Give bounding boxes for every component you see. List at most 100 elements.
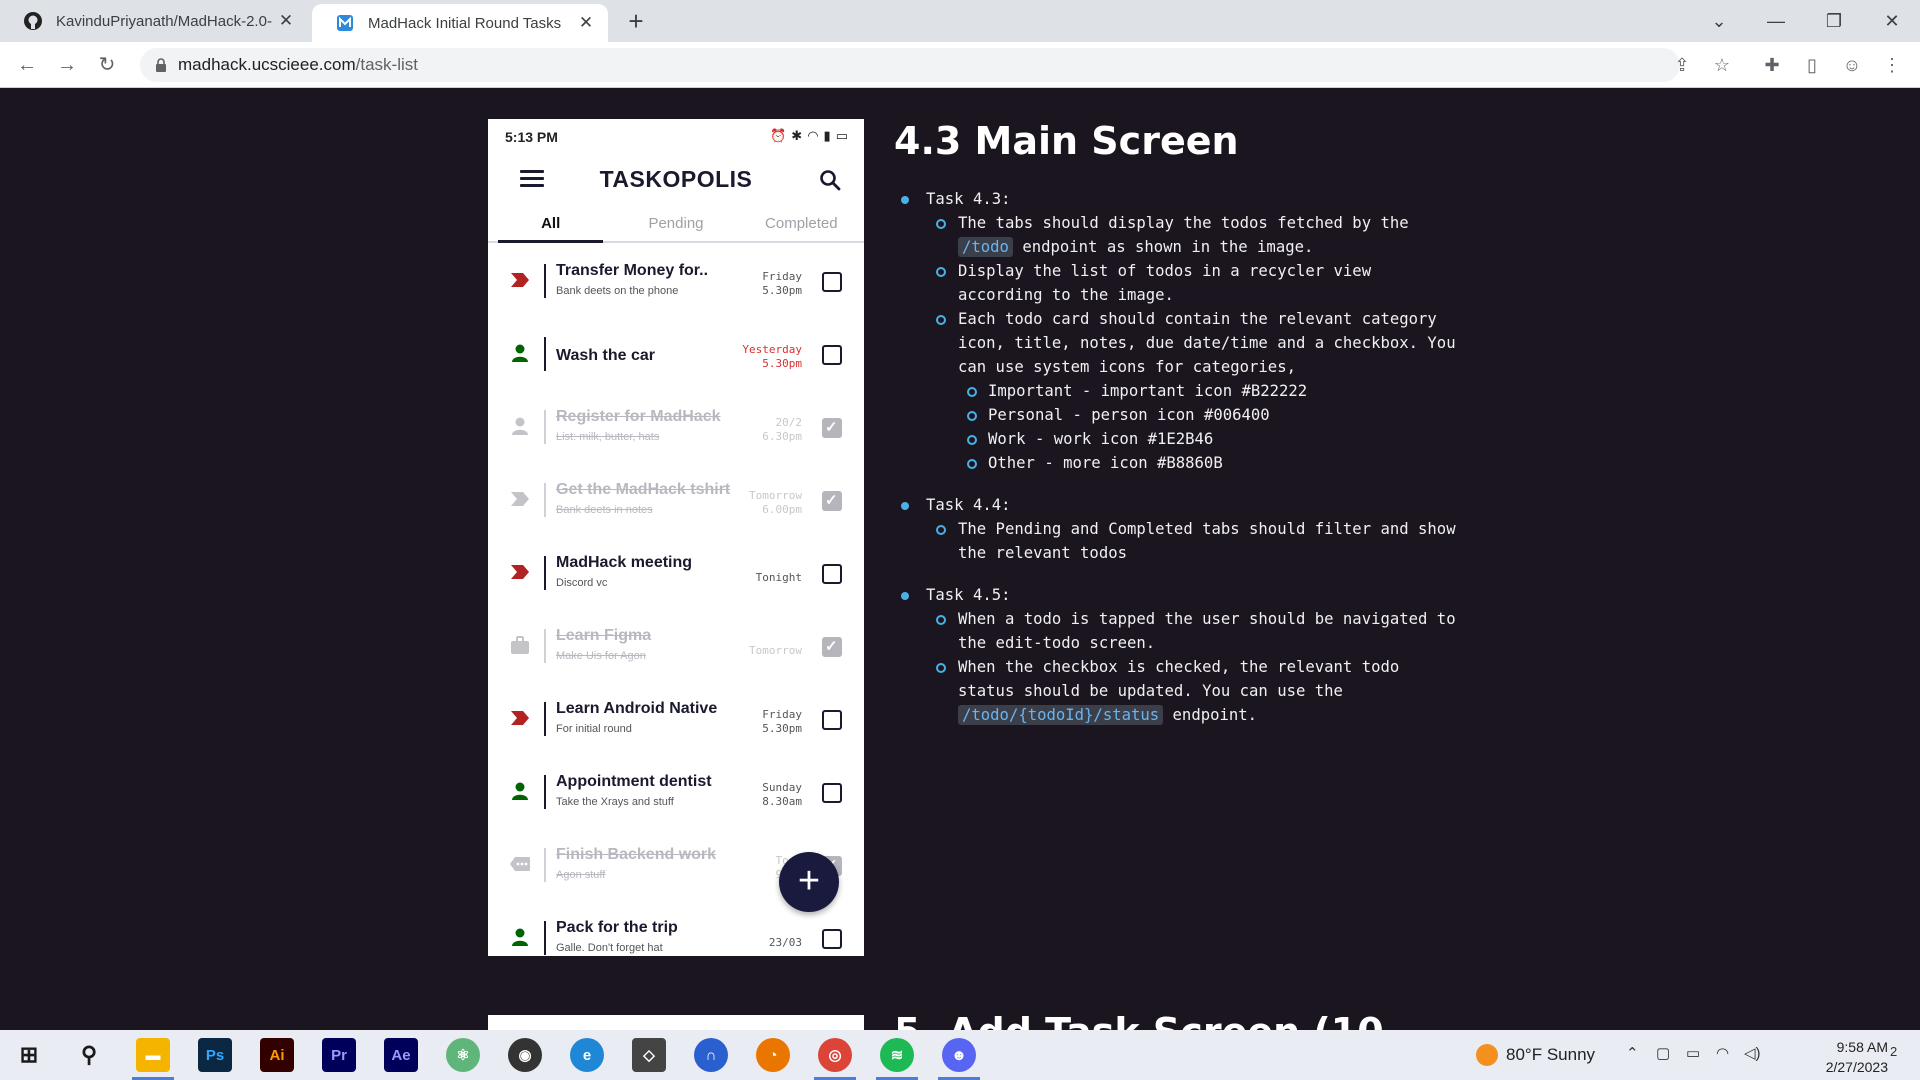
todo-card[interactable]: Learn Figma Make Uis for Agon Tomorrow — [488, 611, 864, 684]
todo-title: Register for MadHack — [556, 408, 721, 425]
wifi-icon[interactable]: ◠ — [1716, 1044, 1729, 1062]
filter-tabs: All Pending Completed — [488, 207, 864, 243]
task-bullet: Display the list of todos in a recycler … — [926, 259, 1460, 307]
blender-icon[interactable]: ◔ — [756, 1038, 790, 1072]
todo-checkbox[interactable] — [822, 710, 842, 730]
profile-avatar[interactable]: ☺ — [1838, 51, 1866, 79]
card-divider — [544, 921, 546, 955]
todo-checkbox[interactable] — [822, 783, 842, 803]
todo-card[interactable]: Appointment dentist Take the Xrays and st… — [488, 757, 864, 830]
todo-note: Discord vc — [556, 577, 608, 589]
sun-icon — [1476, 1044, 1498, 1066]
todo-checkbox[interactable] — [822, 637, 842, 657]
todo-checkbox[interactable] — [822, 345, 842, 365]
important-category-icon — [508, 706, 532, 730]
after-effects-icon[interactable]: Ae — [384, 1038, 418, 1072]
todo-note: Galle. Don't forget hat — [556, 942, 663, 954]
unity-icon[interactable]: ◇ — [632, 1038, 666, 1072]
browser-tab-madhack[interactable]: MadHack Initial Round Tasks ✕ — [312, 4, 608, 42]
address-bar[interactable]: madhack.ucscieee.com/task-list — [140, 48, 1680, 82]
tab-search-chevron-icon[interactable]: ⌄ — [1703, 6, 1735, 36]
todo-due: Yesterday 5.30pm — [742, 343, 802, 370]
github-icon — [22, 10, 44, 32]
minimize-icon[interactable]: — — [1760, 6, 1792, 36]
code-snippet: /todo/{todoId}/status — [958, 705, 1164, 725]
tab-all[interactable]: All — [488, 207, 613, 243]
reload-icon[interactable]: ↻ — [92, 50, 122, 80]
close-tab-icon[interactable]: ✕ — [276, 11, 296, 31]
todo-card[interactable]: Wash the car Yesterday 5.30pm — [488, 319, 864, 392]
restore-icon[interactable]: ❐ — [1818, 6, 1850, 36]
premiere-pro-icon[interactable]: Pr — [322, 1038, 356, 1072]
todo-card[interactable]: Learn Android Native For initial round Fri… — [488, 684, 864, 757]
todo-checkbox[interactable] — [822, 272, 842, 292]
task-bullet: The tabs should display the todos fetche… — [926, 211, 1460, 259]
back-arrow-icon[interactable]: ← — [12, 50, 42, 80]
share-icon[interactable]: ⇪ — [1668, 51, 1696, 79]
tab-pending[interactable]: Pending — [613, 207, 738, 241]
todo-due: Tomorrow — [749, 644, 802, 657]
headset-icon[interactable]: ∩ — [694, 1038, 728, 1072]
notification-count[interactable]: 2 — [1890, 1044, 1897, 1059]
spotify-icon[interactable]: ≋ — [880, 1038, 914, 1072]
discord-icon[interactable]: ☻ — [942, 1038, 976, 1072]
todo-due: Tomorrow 6.00pm — [749, 489, 802, 516]
illustrator-icon[interactable]: Ai — [260, 1038, 294, 1072]
new-tab-button[interactable]: + — [622, 8, 650, 36]
app-title: TASKOPOLIS — [599, 166, 753, 192]
next-section-title: 5. Add Task Screen (10 — [894, 1010, 1384, 1030]
todo-checkbox[interactable] — [822, 491, 842, 511]
card-divider — [544, 264, 546, 298]
card-divider — [544, 702, 546, 736]
side-panel-icon[interactable]: ▯ — [1798, 51, 1826, 79]
category-bullet: Important - important icon #B22222 — [926, 379, 1460, 403]
todo-checkbox[interactable] — [822, 418, 842, 438]
forward-arrow-icon[interactable]: → — [52, 50, 82, 80]
windows-start-icon[interactable]: ⊞ — [12, 1038, 46, 1072]
todo-list: Transfer Money for.. Bank deets on the ph… — [488, 246, 864, 956]
edge-icon[interactable]: e — [570, 1038, 604, 1072]
other-category-icon — [508, 852, 532, 876]
system-clock[interactable]: 9:58 AM 2/27/2023 — [1768, 1037, 1888, 1077]
phone-mockup: 5:13 PM ⏰ ✱ ◠ ▮ ▭ TASKOPOLIS All Pending… — [488, 119, 864, 956]
browser-tab-github[interactable]: KavinduPriyanath/MadHack-2.0- ✕ — [0, 0, 308, 42]
todo-card[interactable]: Transfer Money for.. Bank deets on the ph… — [488, 246, 864, 319]
todo-card[interactable]: Get the MadHack tshirt Bank deets in note… — [488, 465, 864, 538]
todo-checkbox[interactable] — [822, 929, 842, 949]
bookmark-star-icon[interactable]: ☆ — [1708, 51, 1736, 79]
important-category-icon — [508, 268, 532, 292]
todo-card[interactable]: MadHack meeting Discord vc Tonight — [488, 538, 864, 611]
volume-icon[interactable]: ◁) — [1744, 1044, 1761, 1062]
extensions-icon[interactable]: ✚ — [1758, 51, 1786, 79]
battery-icon[interactable]: ▭ — [1686, 1044, 1700, 1062]
close-tab-icon[interactable]: ✕ — [576, 13, 596, 33]
category-bullet: Work - work icon #1E2B46 — [926, 427, 1460, 451]
battery-icon: ▭ — [835, 128, 848, 143]
search-icon[interactable]: ⚲ — [72, 1038, 106, 1072]
weather-widget[interactable]: 80°F Sunny — [1476, 1044, 1595, 1066]
chevron-up-icon[interactable]: ⌃ — [1626, 1044, 1639, 1062]
category-bullet: Personal - person icon #006400 — [926, 403, 1460, 427]
close-window-icon[interactable]: ✕ — [1876, 6, 1908, 36]
obs-icon[interactable]: ◉ — [508, 1038, 542, 1072]
todo-title: Finish Backend work — [556, 846, 717, 863]
meet-now-icon[interactable]: ▢ — [1656, 1044, 1670, 1062]
card-divider — [544, 483, 546, 517]
card-divider — [544, 848, 546, 882]
todo-title: MadHack meeting — [556, 554, 693, 571]
search-icon[interactable] — [818, 168, 842, 192]
tab-completed[interactable]: Completed — [739, 207, 864, 241]
chrome-icon[interactable]: ◎ — [818, 1038, 852, 1072]
file-explorer-icon[interactable]: ▬ — [136, 1038, 170, 1072]
todo-title: Transfer Money for.. — [556, 262, 709, 279]
add-todo-fab-button[interactable]: + — [779, 852, 839, 912]
todo-checkbox[interactable] — [822, 564, 842, 584]
todo-card[interactable]: Register for MadHack List: milk, butter, … — [488, 392, 864, 465]
todo-note: Bank deets on the phone — [556, 285, 679, 297]
more-menu-icon[interactable]: ⋮ — [1878, 51, 1906, 79]
atom-icon[interactable]: ⚛ — [446, 1038, 480, 1072]
todo-title: Get the MadHack tshirt — [556, 481, 731, 498]
todo-due: Friday 5.30pm — [762, 270, 802, 297]
phone-status-bar: 5:13 PM ⏰ ✱ ◠ ▮ ▭ — [488, 119, 864, 153]
photoshop-icon[interactable]: Ps — [198, 1038, 232, 1072]
